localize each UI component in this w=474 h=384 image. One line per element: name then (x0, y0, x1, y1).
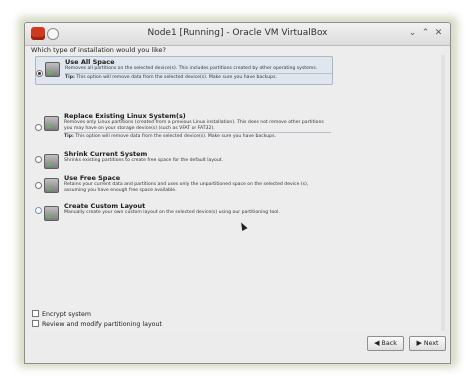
option-use-free-space[interactable]: Use Free Space Retains your current data… (35, 173, 331, 196)
tip-label: Tip: (64, 134, 74, 140)
review-partitioning-option[interactable]: Review and modify partitioning layout (32, 320, 162, 328)
hard-disk-icon (44, 116, 59, 131)
review-partitioning-label: Review and modify partitioning layout (42, 321, 162, 328)
back-button[interactable]: ◀ Back (367, 336, 404, 351)
back-button-label: Back (381, 340, 397, 347)
minimize-icon[interactable]: ⌄ (407, 28, 418, 39)
option-replace-linux[interactable]: Replace Existing Linux System(s) Removes… (35, 111, 331, 143)
option-use-all-space[interactable]: Use All Space Removes all partitions on … (35, 56, 333, 85)
hard-disk-icon (45, 62, 60, 77)
option-description: Shrinks existing partitions to create fr… (64, 158, 224, 163)
option-title: Use All Space (65, 58, 115, 66)
option-custom-layout[interactable]: Create Custom Layout Manually create you… (35, 201, 331, 221)
option-description: Removes all partitions on the selected d… (65, 66, 318, 71)
mouse-pointer-icon (238, 221, 248, 231)
options-panel: Use All Space Removes all partitions on … (31, 55, 445, 331)
scrollbar[interactable] (441, 55, 445, 331)
option-shrink-current[interactable]: Shrink Current System Shrinks existing p… (35, 149, 331, 169)
tip-text: This option will remove data from the se… (75, 134, 276, 140)
tip-label: Tip: (65, 74, 75, 80)
option-radio-use-free-space[interactable] (35, 182, 42, 189)
window-title: Node1 [Running] - Oracle VM VirtualBox (147, 28, 328, 38)
review-partitioning-checkbox[interactable] (32, 320, 39, 327)
option-radio-replace-linux[interactable] (35, 124, 42, 131)
option-title: Shrink Current System (64, 150, 148, 158)
option-title: Replace Existing Linux System(s) (64, 112, 186, 120)
tip-text: This option will remove data from the se… (76, 74, 277, 80)
option-radio-shrink-current[interactable] (35, 156, 42, 163)
title-bar[interactable]: Node1 [Running] - Oracle VM VirtualBox ⌄… (25, 23, 450, 46)
option-title: Create Custom Layout (64, 202, 146, 210)
hard-disk-icon (44, 178, 59, 193)
next-button[interactable]: ▶ Next (409, 336, 446, 351)
option-description: Manually create your own custom layout o… (64, 210, 280, 215)
option-radio-custom-layout[interactable] (35, 207, 42, 214)
option-tip: Tip: This option will remove data from t… (65, 72, 332, 81)
option-description: Removes only Linux partitions (created f… (64, 120, 324, 131)
next-arrow-icon: ▶ (416, 339, 422, 347)
hard-disk-icon (44, 206, 59, 221)
option-tip: Tip: This option will remove data from t… (64, 132, 331, 140)
option-description: Retains your current data and partitions… (64, 182, 309, 193)
encrypt-system-option[interactable]: Encrypt system (32, 310, 91, 318)
close-icon[interactable]: ✕ (433, 28, 444, 39)
installation-question: Which type of installation would you lik… (31, 46, 166, 54)
maximize-icon[interactable]: ⌃ (420, 28, 431, 39)
option-radio-use-all-space[interactable] (36, 70, 43, 77)
encrypt-system-label: Encrypt system (42, 311, 91, 318)
option-title: Use Free Space (64, 174, 121, 182)
back-arrow-icon: ◀ (374, 339, 380, 347)
next-button-label: Next (423, 340, 439, 347)
hard-disk-icon (44, 154, 59, 169)
encrypt-system-checkbox[interactable] (32, 310, 39, 317)
virtualbox-window: Node1 [Running] - Oracle VM VirtualBox ⌄… (24, 22, 451, 364)
